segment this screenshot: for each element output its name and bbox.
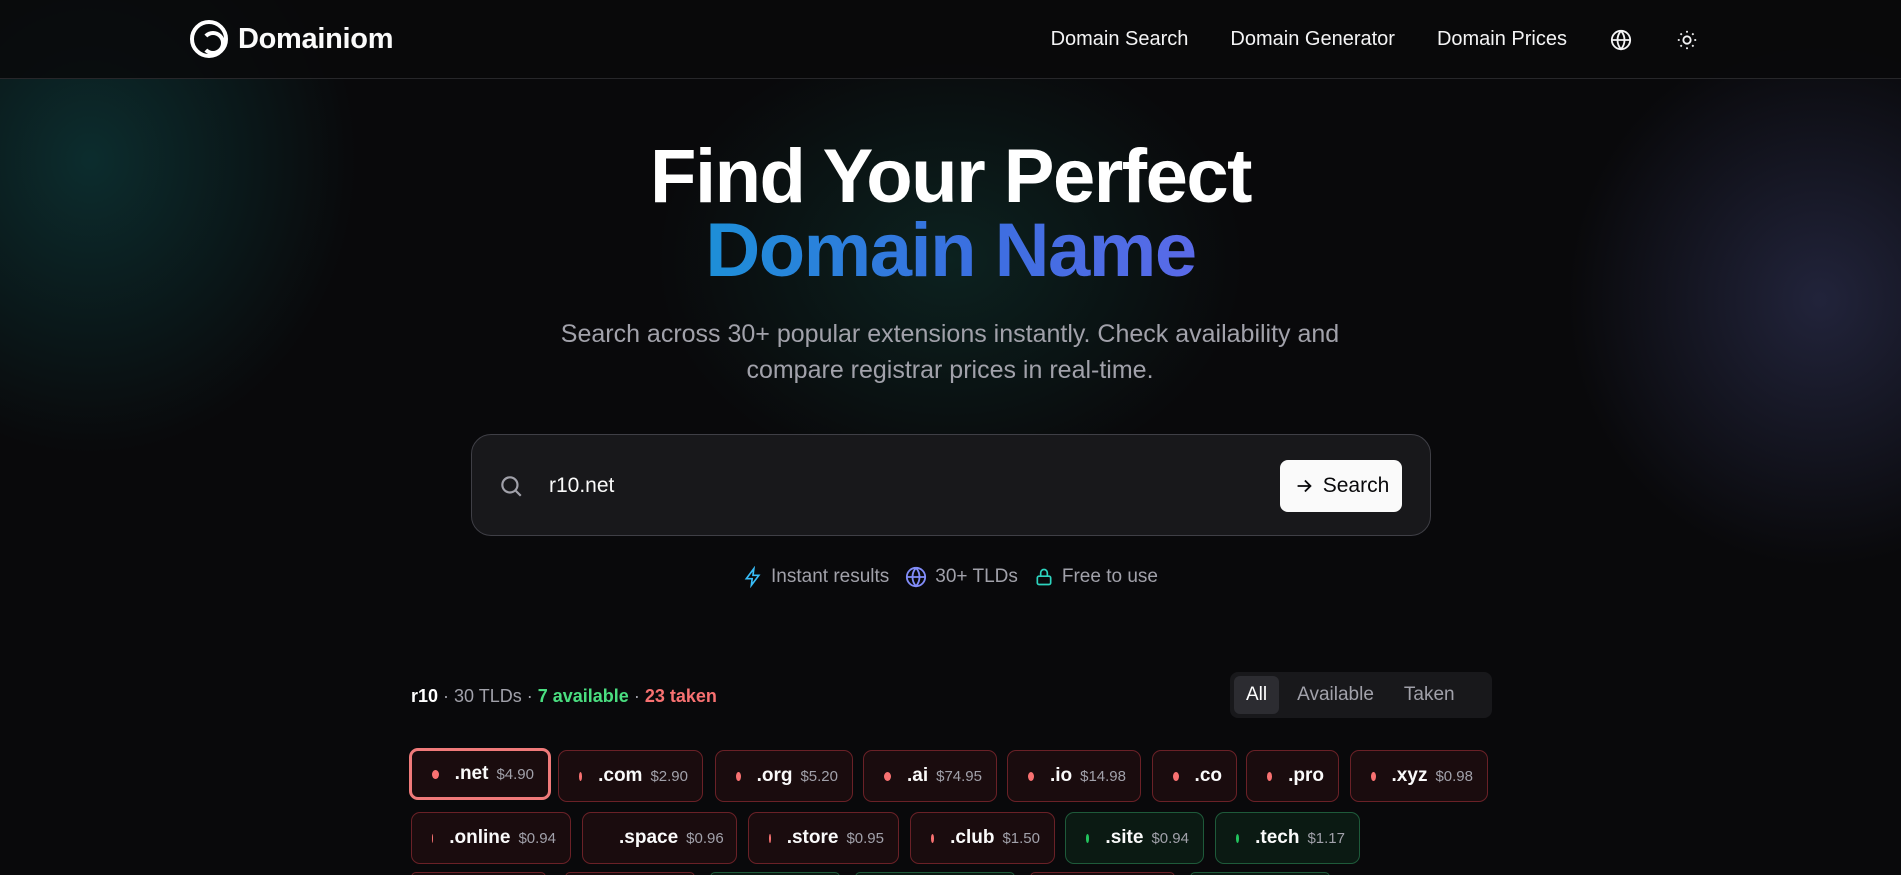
tld-label: .space: [619, 827, 679, 848]
results-filter: All Available Taken: [1230, 672, 1492, 718]
site-header: Domainiom Domain Search Domain Generator…: [0, 0, 1901, 79]
status-dot: [432, 833, 434, 843]
status-dot: [736, 771, 741, 781]
status-dot: [1086, 833, 1090, 843]
domain-search-input[interactable]: [549, 465, 1209, 507]
status-dot: [432, 769, 439, 779]
tld-price: $4.90: [496, 765, 534, 783]
filter-tab-taken[interactable]: Taken: [1392, 676, 1467, 714]
brand-name: Domainiom: [238, 22, 394, 55]
globe-icon: [906, 566, 927, 588]
tld-price: $5.20: [800, 767, 838, 785]
sun-icon[interactable]: [1675, 28, 1699, 52]
search-button-label: Search: [1322, 474, 1390, 497]
status-dot: [579, 771, 583, 781]
tld-label: .com: [598, 765, 643, 786]
feature-tlds-label: 30+ TLDs: [935, 566, 1018, 587]
feature-list: Instant results 30+ TLDs Free to use: [0, 566, 1901, 588]
tld-label: .ai: [906, 765, 929, 786]
tld-label: .pro: [1288, 765, 1324, 786]
tld-chip[interactable]: .io $14.98: [1007, 750, 1141, 802]
tld-chip[interactable]: .online $0.94: [411, 812, 571, 864]
search-icon: [498, 473, 524, 499]
status-dot: [1371, 771, 1376, 781]
summary-separator: ·: [438, 686, 455, 706]
lightning-icon: [744, 566, 761, 588]
results-summary: r10 · 30 TLDs · 7 available · 23 taken: [411, 686, 717, 707]
tld-label: .store: [786, 827, 839, 848]
status-dot: [1267, 771, 1273, 781]
tld-chip[interactable]: .net $4.90: [409, 748, 551, 800]
nav-domain-prices[interactable]: Domain Prices: [1437, 28, 1567, 51]
tld-price: $14.98: [1080, 767, 1126, 785]
lock-icon: [1036, 568, 1052, 586]
tld-price: $1.50: [1002, 829, 1040, 847]
hero-title-gradient-text: Domain Name: [705, 208, 1197, 293]
tld-label: .net: [454, 763, 489, 784]
nav-domain-search[interactable]: Domain Search: [1051, 28, 1189, 51]
tld-label: .io: [1049, 765, 1073, 786]
filter-tab-available[interactable]: Available: [1285, 676, 1386, 714]
tld-label: .org: [756, 765, 793, 786]
brand-logo[interactable]: Domainiom: [190, 19, 394, 59]
search-button[interactable]: Search: [1280, 460, 1402, 512]
feature-tlds: 30+ TLDs: [905, 566, 1018, 588]
tld-label: .site: [1105, 827, 1144, 848]
search-box: Search: [471, 434, 1431, 536]
tld-price: $0.94: [518, 829, 556, 847]
main-nav: Domain Search Domain Generator Domain Pr…: [1051, 0, 1699, 79]
results-tld-count: 30 TLDs: [454, 686, 522, 706]
nav-domain-generator[interactable]: Domain Generator: [1230, 28, 1395, 51]
status-dot: [769, 833, 771, 843]
tld-label: .club: [950, 827, 995, 848]
tld-chip[interactable]: .xyz $0.98: [1350, 750, 1488, 802]
tld-chip[interactable]: .club $1.50: [910, 812, 1055, 864]
tld-price: $2.90: [650, 767, 688, 785]
status-dot: [884, 771, 891, 781]
summary-separator: ·: [628, 686, 645, 706]
tld-price: $0.94: [1151, 829, 1189, 847]
hero-title-highlight: Domain Name: [0, 206, 1901, 296]
tld-chip[interactable]: .com $2.90: [558, 750, 703, 802]
filter-tab-all[interactable]: All: [1234, 676, 1280, 714]
tld-chip[interactable]: .org $5.20: [715, 750, 853, 802]
results-available-count: 7 available: [537, 686, 629, 706]
summary-separator: ·: [521, 686, 538, 706]
tld-chip[interactable]: .pro: [1246, 750, 1339, 802]
status-dot: [931, 833, 935, 843]
tld-label: .co: [1194, 765, 1222, 786]
tld-label: .xyz: [1391, 765, 1428, 786]
tld-price: $1.17: [1307, 829, 1345, 847]
results-query: r10: [411, 686, 439, 706]
results-taken-count: 23 taken: [644, 686, 717, 706]
feature-free: Free to use: [1034, 566, 1158, 588]
tld-chip[interactable]: .space $0.96: [582, 812, 737, 864]
logo-icon: [190, 20, 228, 58]
globe-icon[interactable]: [1609, 28, 1633, 52]
feature-free-label: Free to use: [1061, 566, 1158, 587]
feature-instant-label: Instant results: [771, 566, 890, 587]
tld-price: $0.96: [686, 829, 724, 847]
status-dot: [1236, 833, 1240, 843]
status-dot: [1028, 771, 1034, 781]
tld-chip[interactable]: .site $0.94: [1065, 812, 1204, 864]
arrow-right-icon: [1297, 479, 1312, 493]
tld-label: .tech: [1255, 827, 1300, 848]
feature-instant: Instant results: [743, 566, 889, 588]
hero-subtitle-line2: compare registrar prices in real-time.: [746, 356, 1154, 384]
tld-price: $0.98: [1435, 767, 1473, 785]
tld-chip[interactable]: .tech $1.17: [1215, 812, 1360, 864]
status-dot: [1173, 771, 1179, 781]
tld-chip[interactable]: .co: [1152, 750, 1237, 802]
tld-price: $0.95: [846, 829, 884, 847]
hero-subtitle-line1: Search across 30+ popular extensions ins…: [560, 320, 1340, 348]
tld-chip[interactable]: .store $0.95: [748, 812, 899, 864]
hero-subtitle: Search across 30+ popular extensions ins…: [550, 316, 1350, 388]
tld-price: $74.95: [936, 767, 982, 785]
tld-label: .online: [449, 827, 511, 848]
tld-chip[interactable]: .ai $74.95: [863, 750, 997, 802]
